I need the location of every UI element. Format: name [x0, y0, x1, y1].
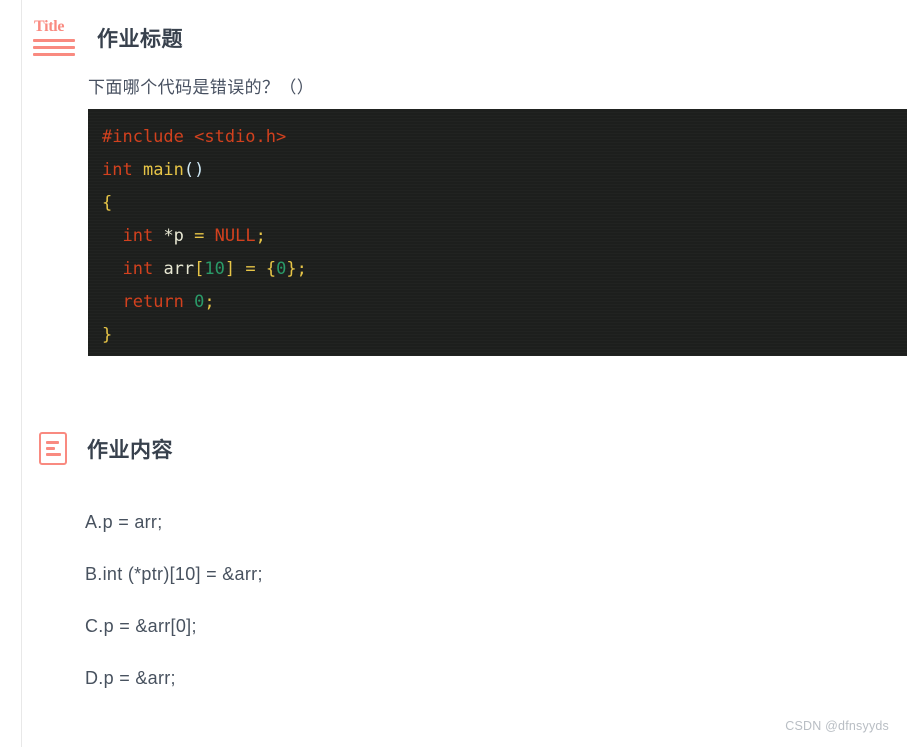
code-token: 0: [194, 292, 205, 312]
code-token: ]: [224, 259, 246, 279]
answer-option[interactable]: A.p = arr;: [85, 505, 785, 557]
content-section-header: 作业内容: [33, 432, 173, 465]
code-token: };: [286, 259, 307, 279]
answer-option[interactable]: D.p = &arr;: [85, 661, 785, 713]
code-token: int: [122, 226, 164, 246]
csdn-watermark: CSDN @dfnsyyds: [785, 719, 889, 733]
document-icon-line-1: [46, 441, 59, 444]
title-icon: Title: [33, 18, 77, 58]
title-section-header: Title 作业标题: [33, 18, 183, 58]
code-token: return: [122, 292, 195, 312]
title-icon-word: Title: [34, 18, 65, 35]
document-icon-line-3: [46, 453, 61, 456]
code-token: {: [102, 193, 113, 213]
code-token: main: [142, 160, 184, 180]
code-token: 0: [276, 259, 287, 279]
answer-option[interactable]: B.int (*ptr)[10] = &arr;: [85, 557, 785, 609]
document-icon-line-2: [46, 447, 55, 450]
code-token: (): [183, 160, 205, 180]
title-icon-line-2: [33, 46, 75, 49]
code-token: NULL: [214, 226, 256, 246]
code-token: <stdio.h>: [194, 127, 287, 147]
document-lines-icon: [39, 432, 67, 465]
code-token: {: [265, 259, 277, 279]
homework-page: Title 作业标题 下面哪个代码是错误的？（） #include <stdio…: [22, 0, 907, 747]
code-token: *p: [163, 226, 195, 246]
code-content: #include <stdio.h> int main() { int *p =…: [102, 121, 893, 352]
code-token: 10: [204, 259, 225, 279]
title-icon-line-3: [33, 53, 75, 56]
code-token: =: [194, 226, 215, 246]
answer-options-list: A.p = arr; B.int (*ptr)[10] = &arr; C.p = …: [85, 505, 785, 713]
code-token: [: [194, 259, 205, 279]
code-token: int: [102, 160, 143, 180]
answer-option[interactable]: C.p = &arr[0];: [85, 609, 785, 661]
code-token: =: [245, 259, 266, 279]
code-token: ;: [204, 292, 215, 312]
code-token: }: [102, 325, 113, 345]
code-token: arr: [163, 259, 195, 279]
content-section-heading: 作业内容: [87, 438, 173, 462]
code-token: int: [122, 259, 164, 279]
question-prompt: 下面哪个代码是错误的？（）: [88, 78, 315, 97]
title-section-heading: 作业标题: [97, 28, 183, 51]
code-token: ;: [255, 226, 266, 246]
title-icon-line-1: [33, 39, 75, 42]
code-block: #include <stdio.h> int main() { int *p =…: [88, 109, 907, 356]
code-token: #include: [102, 127, 195, 147]
